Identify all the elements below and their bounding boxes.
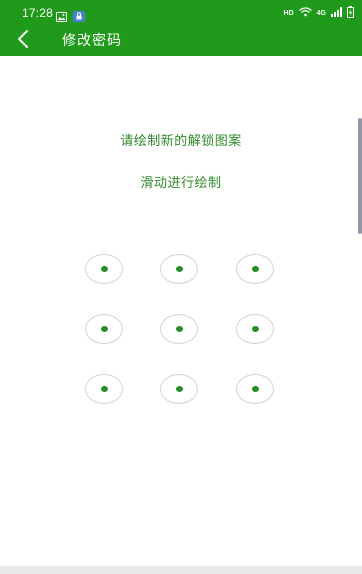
pattern-node-2[interactable] [160, 254, 198, 284]
screen: 17:28 HD 4G 修改密码 请绘制新的解锁图案 滑动进行绘制 [0, 0, 362, 574]
pattern-node-5[interactable] [160, 314, 198, 344]
pattern-dot [176, 386, 183, 392]
pattern-node-3[interactable] [236, 254, 274, 284]
pattern-node-9[interactable] [236, 374, 274, 404]
pattern-node-1[interactable] [85, 254, 123, 284]
pattern-dot [252, 386, 259, 392]
pattern-node-6[interactable] [236, 314, 274, 344]
bottom-nav-strip [0, 566, 362, 574]
pattern-node-4[interactable] [85, 314, 123, 344]
pattern-lock-grid[interactable] [0, 0, 362, 574]
scrollbar[interactable] [358, 118, 362, 234]
pattern-dot [252, 326, 259, 332]
pattern-dot [101, 386, 108, 392]
pattern-dot [176, 326, 183, 332]
pattern-dot [101, 266, 108, 272]
pattern-node-8[interactable] [160, 374, 198, 404]
pattern-dot [252, 266, 259, 272]
pattern-node-7[interactable] [85, 374, 123, 404]
pattern-dot [176, 266, 183, 272]
pattern-dot [101, 326, 108, 332]
